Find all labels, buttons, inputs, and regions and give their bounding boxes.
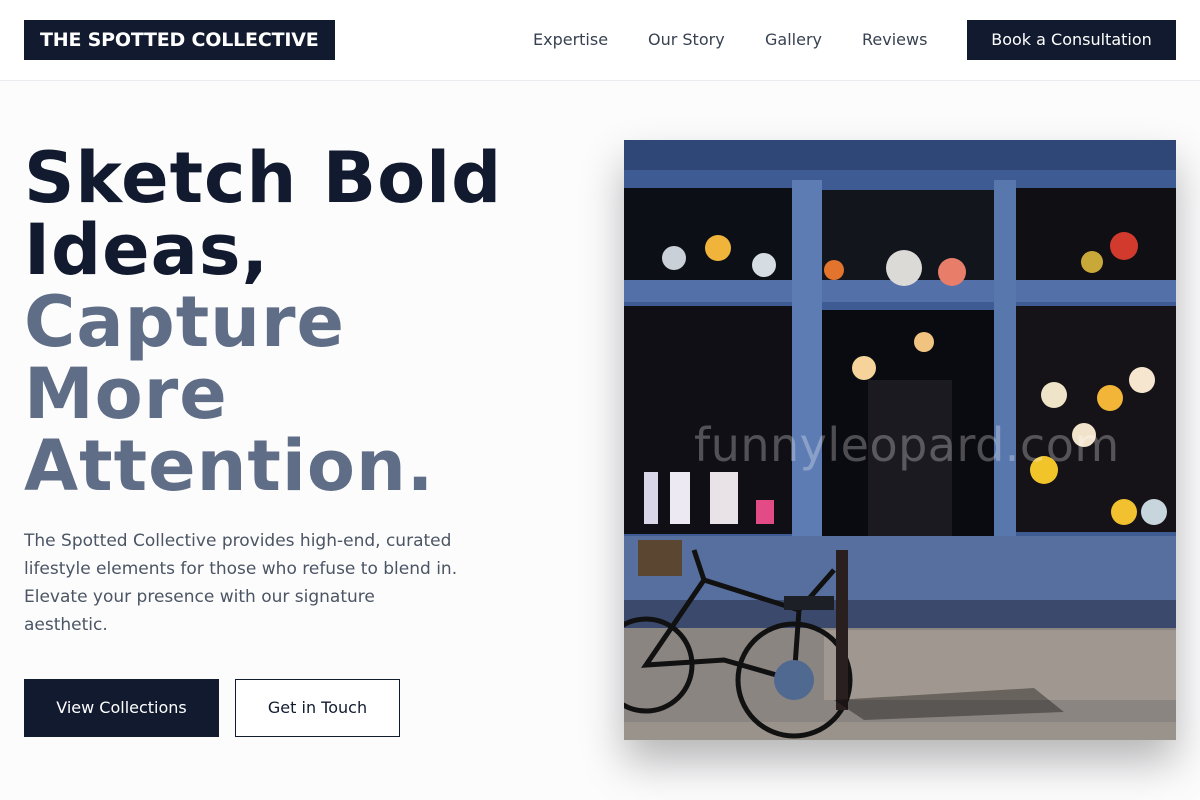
image-watermark: funnyleopard.com <box>694 418 1120 472</box>
brand-logo[interactable]: THE SPOTTED COLLECTIVE <box>24 20 335 60</box>
hero-shopfront-image: funnyleopard.com <box>624 140 1176 740</box>
headline-line-accent: Attention. <box>24 425 435 507</box>
hero-headline: Sketch Bold Ideas, Capture More Attentio… <box>24 142 604 502</box>
hero-description: The Spotted Collective provides high-end… <box>24 531 458 635</box>
site-header: THE SPOTTED COLLECTIVE Expertise Our Sto… <box>0 0 1200 81</box>
get-in-touch-button[interactable]: Get in Touch <box>235 679 400 737</box>
headline-line-accent: Capture <box>24 281 346 363</box>
headline-line: Ideas, <box>24 209 270 291</box>
nav-link-our-story[interactable]: Our Story <box>648 29 725 51</box>
headline-line: Sketch Bold <box>24 137 503 219</box>
book-consultation-button[interactable]: Book a Consultation <box>967 20 1176 60</box>
headline-line-accent: More <box>24 353 228 435</box>
nav-link-reviews[interactable]: Reviews <box>862 29 927 51</box>
nav-link-gallery[interactable]: Gallery <box>765 29 822 51</box>
view-collections-button[interactable]: View Collections <box>24 679 219 737</box>
nav-link-expertise[interactable]: Expertise <box>533 29 608 51</box>
